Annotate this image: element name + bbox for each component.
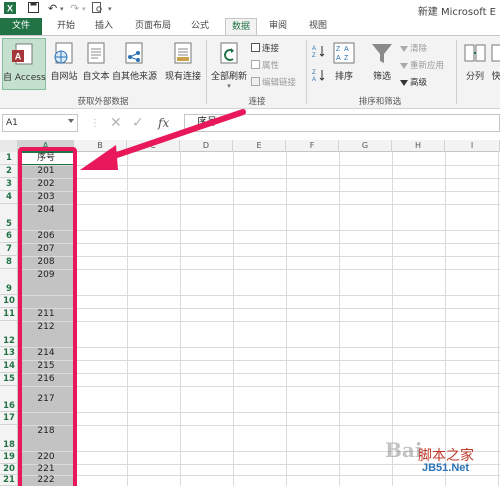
baidu-watermark: Bai: [385, 438, 423, 462]
site-watermark: JB51.Net: [422, 462, 470, 474]
annotation-arrow-icon: [80, 109, 246, 170]
